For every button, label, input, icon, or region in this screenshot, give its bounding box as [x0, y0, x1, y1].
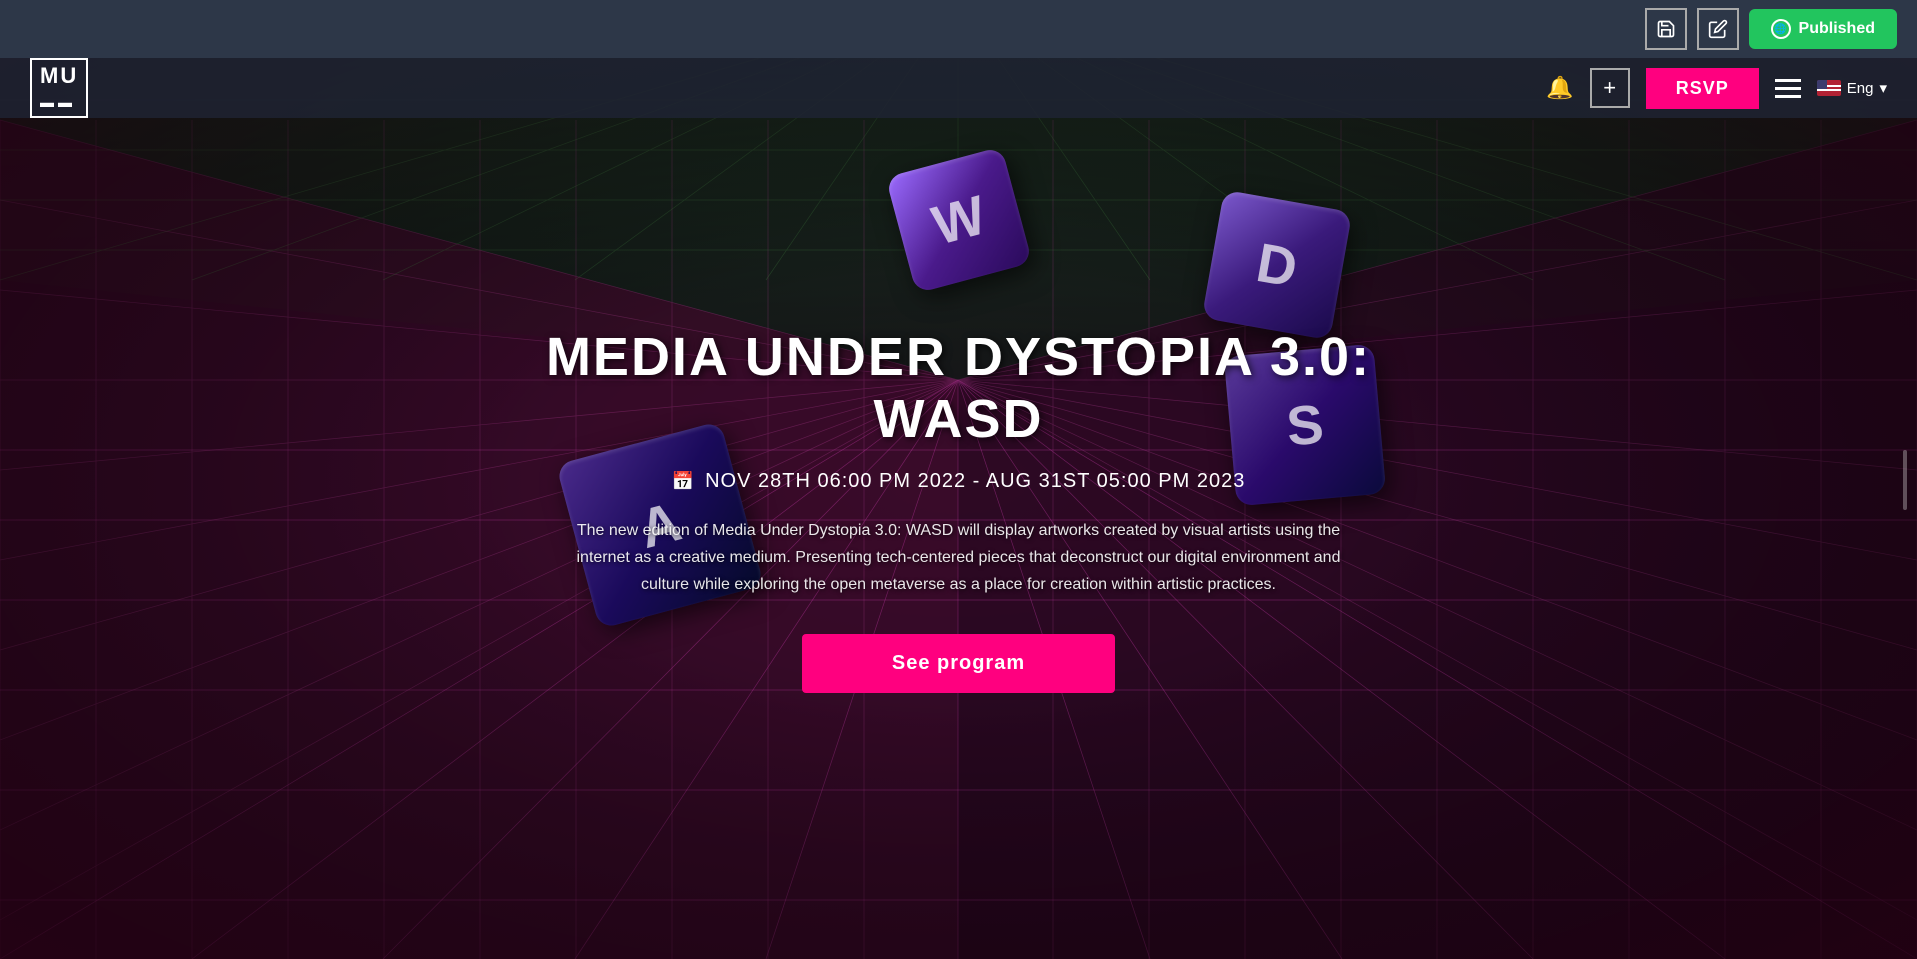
see-program-button[interactable]: See program	[802, 634, 1115, 693]
calendar-icon: 📅	[672, 471, 695, 492]
save-button[interactable]	[1645, 8, 1687, 50]
admin-bar: 🌐 Published	[0, 0, 1917, 58]
scroll-indicator	[1903, 450, 1907, 510]
hamburger-line-3	[1775, 95, 1801, 98]
published-label: Published	[1799, 20, 1875, 38]
us-flag-icon	[1817, 80, 1841, 96]
menu-button[interactable]	[1775, 79, 1801, 98]
nav-right: 🔔 + RSVP Eng ▾	[1546, 68, 1887, 109]
site-nav: MU▬▬ 🔔 + RSVP Eng ▾	[0, 58, 1917, 118]
lang-label: Eng	[1847, 80, 1874, 97]
logo-box[interactable]: MU▬▬	[30, 58, 88, 118]
globe-icon: 🌐	[1771, 19, 1791, 39]
hero-date-text: NOV 28TH 06:00 PM 2022 - AUG 31ST 05:00 …	[705, 470, 1245, 493]
logo: MU▬▬	[30, 58, 88, 118]
hero-date: 📅 NOV 28TH 06:00 PM 2022 - AUG 31ST 05:0…	[529, 470, 1389, 493]
hamburger-line-1	[1775, 79, 1801, 82]
hero-content: MEDIA UNDER DYSTOPIA 3.0: WASD 📅 NOV 28T…	[509, 306, 1409, 714]
hero-title: MEDIA UNDER DYSTOPIA 3.0: WASD	[529, 326, 1389, 450]
language-selector[interactable]: Eng ▾	[1817, 79, 1887, 97]
hero-description: The new edition of Media Under Dystopia …	[569, 517, 1349, 599]
chevron-down-icon: ▾	[1879, 79, 1887, 97]
hamburger-line-2	[1775, 87, 1801, 90]
add-button[interactable]: +	[1590, 68, 1630, 108]
notifications-button[interactable]: 🔔	[1546, 75, 1573, 101]
edit-button[interactable]	[1697, 8, 1739, 50]
published-button[interactable]: 🌐 Published	[1749, 9, 1897, 49]
rsvp-button[interactable]: RSVP	[1646, 68, 1759, 109]
